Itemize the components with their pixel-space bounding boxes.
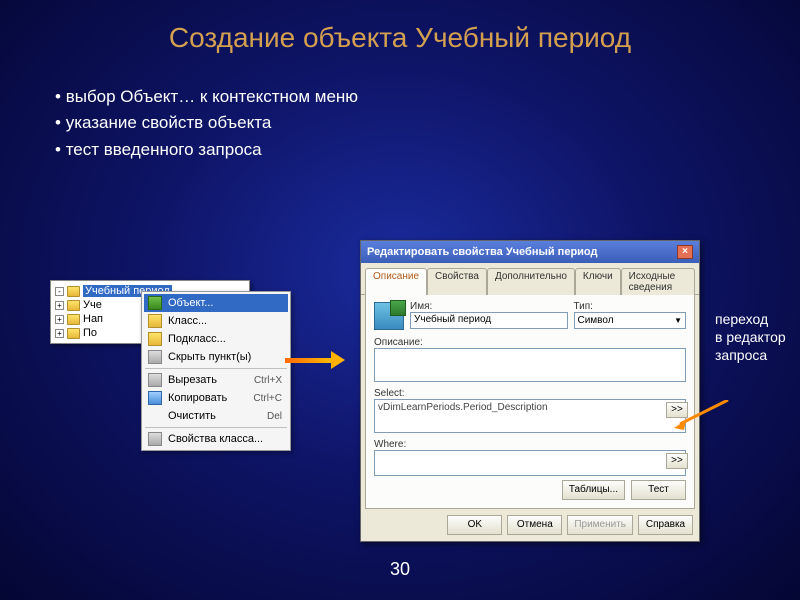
subclass-icon [148, 332, 162, 346]
tab-properties[interactable]: Свойства [427, 268, 487, 295]
slide-title: Создание объекта Учебный период [0, 0, 800, 54]
help-button[interactable]: Справка [638, 515, 693, 535]
dialog-titlebar: Редактировать свойства Учебный период × [361, 241, 699, 263]
tab-strip: Описание Свойства Дополнительно Ключи Ис… [361, 263, 699, 295]
flow-arrow [285, 350, 345, 370]
bullet-item: тест введенного запроса [55, 137, 800, 163]
expand-icon[interactable]: - [55, 287, 64, 296]
type-value: Символ [578, 315, 614, 326]
menu-item-shortcut: Ctrl+C [253, 393, 282, 404]
name-label: Имя: [410, 301, 568, 312]
context-menu: Объект... Класс... Подкласс... Скрыть пу… [141, 291, 291, 451]
expand-icon[interactable]: + [55, 301, 64, 310]
menu-item-label: Вырезать [168, 374, 248, 386]
menu-item-props[interactable]: Свойства класса... [144, 430, 288, 448]
menu-item-shortcut: Ctrl+X [254, 375, 282, 386]
tab-description[interactable]: Описание [365, 268, 427, 295]
dialog-body: Имя: Учебный период Тип: Символ ▼ Описан… [365, 295, 695, 509]
select-editor-button[interactable]: >> [666, 402, 688, 418]
close-icon[interactable]: × [677, 245, 693, 259]
annotation-line: запроса [715, 346, 786, 364]
folder-icon [67, 314, 80, 325]
copy-icon [148, 391, 162, 405]
menu-item-copy[interactable]: Копировать Ctrl+C [144, 389, 288, 407]
object-icon [374, 302, 404, 330]
ok-button[interactable]: OK [447, 515, 502, 535]
menu-separator [145, 368, 287, 369]
dialog-buttons: OK Отмена Применить Справка [361, 509, 699, 541]
properties-dialog: Редактировать свойства Учебный период × … [360, 240, 700, 542]
menu-item-shortcut: Del [267, 411, 282, 422]
type-label: Тип: [574, 301, 687, 312]
menu-item-label: Очистить [168, 410, 261, 422]
where-label: Where: [374, 439, 686, 450]
name-field[interactable]: Учебный период [410, 312, 568, 329]
menu-item-label: Копировать [168, 392, 247, 404]
type-select[interactable]: Символ ▼ [574, 312, 687, 329]
class-icon [148, 314, 162, 328]
annotation-line: переход [715, 310, 786, 328]
menu-separator [145, 427, 287, 428]
menu-item-label: Скрыть пункт(ы) [168, 351, 282, 363]
chevron-down-icon: ▼ [674, 316, 682, 325]
tree-panel: - Учебный период + Уче + Нап + По Объект… [50, 280, 250, 344]
tab-source[interactable]: Исходные сведения [621, 268, 695, 295]
menu-item-object[interactable]: Объект... [144, 294, 288, 312]
tab-keys[interactable]: Ключи [575, 268, 621, 295]
bullet-item: указание свойств объекта [55, 110, 800, 136]
tree-item-label: Уче [83, 299, 102, 311]
expand-icon[interactable]: + [55, 329, 64, 338]
dialog-title-text: Редактировать свойства Учебный период [367, 246, 597, 258]
hide-icon [148, 350, 162, 364]
bullet-list: выбор Объект… к контекстном меню указани… [55, 84, 800, 163]
expand-icon[interactable]: + [55, 315, 64, 324]
description-textarea[interactable] [374, 348, 686, 382]
folder-icon [67, 286, 80, 297]
annotation-line: в редактор [715, 328, 786, 346]
bullet-item: выбор Объект… к контекстном меню [55, 84, 800, 110]
tables-button[interactable]: Таблицы... [562, 480, 625, 500]
folder-icon [67, 300, 80, 311]
where-editor-button[interactable]: >> [666, 453, 688, 469]
menu-item-label: Класс... [168, 315, 282, 327]
tree-item-label: Нап [83, 313, 103, 325]
menu-item-label: Подкласс... [168, 333, 282, 345]
select-label: Select: [374, 388, 686, 399]
page-number: 30 [390, 559, 410, 580]
menu-item-cut[interactable]: Вырезать Ctrl+X [144, 371, 288, 389]
apply-button[interactable]: Применить [567, 515, 633, 535]
props-icon [148, 432, 162, 446]
description-label: Описание: [374, 337, 686, 348]
menu-item-clear[interactable]: Очистить Del [144, 407, 288, 425]
menu-item-label: Объект... [168, 297, 282, 309]
cube-icon [148, 296, 162, 310]
clear-icon [148, 409, 162, 423]
tree-item-label: По [83, 327, 97, 339]
menu-item-hide[interactable]: Скрыть пункт(ы) [144, 348, 288, 366]
tab-advanced[interactable]: Дополнительно [487, 268, 575, 295]
menu-item-label: Свойства класса... [168, 433, 282, 445]
select-textarea[interactable]: vDimLearnPeriods.Period_Description [374, 399, 686, 433]
where-textarea[interactable] [374, 450, 686, 476]
test-button[interactable]: Тест [631, 480, 686, 500]
menu-item-subclass[interactable]: Подкласс... [144, 330, 288, 348]
menu-item-class[interactable]: Класс... [144, 312, 288, 330]
annotation-text: переход в редактор запроса [715, 310, 786, 365]
cancel-button[interactable]: Отмена [507, 515, 562, 535]
cut-icon [148, 373, 162, 387]
folder-icon [67, 328, 80, 339]
